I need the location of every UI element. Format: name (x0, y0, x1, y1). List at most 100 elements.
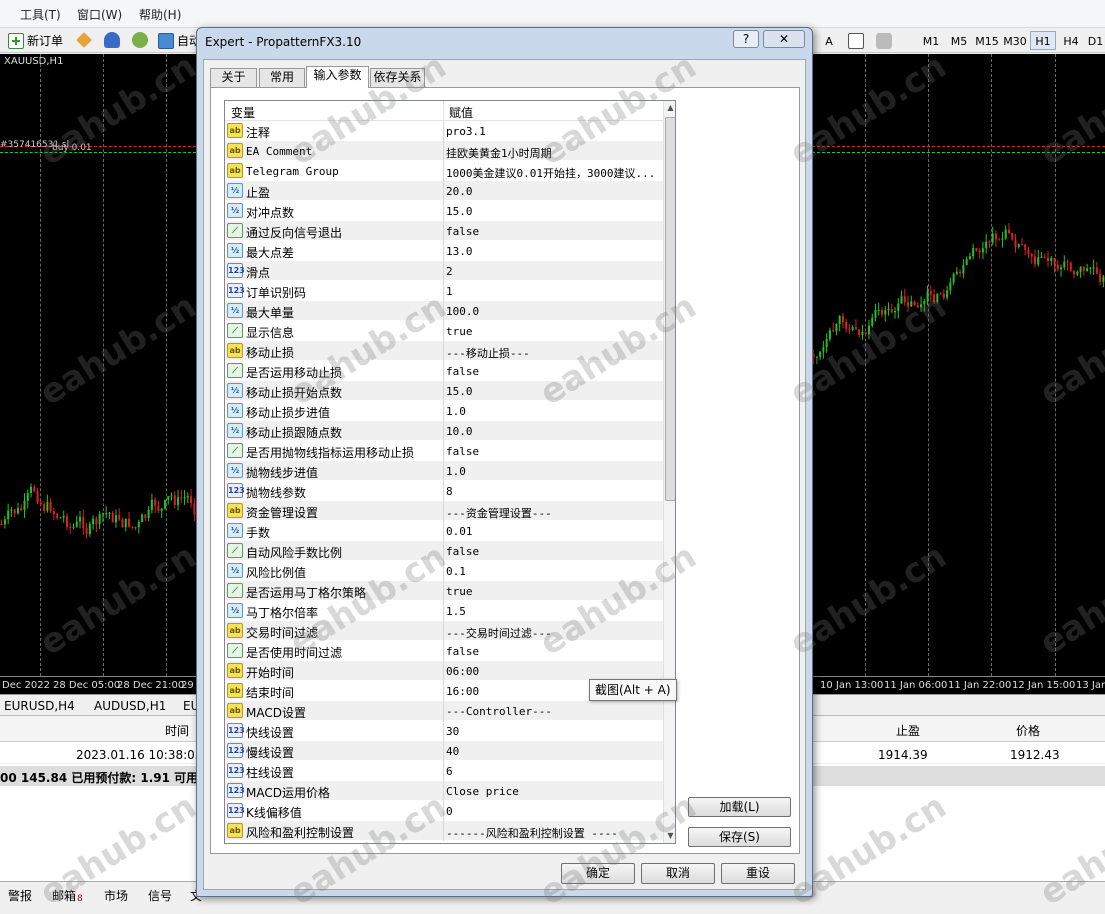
param-row[interactable]: ½ 最大点差 13.0 (225, 241, 663, 261)
param-value[interactable]: pro3.1 (446, 125, 486, 138)
save-button[interactable]: 保存(S) (688, 827, 791, 847)
param-value[interactable]: 1000美金建议0.01开始挂，3000建议... (446, 165, 655, 181)
col-value[interactable]: 赋值 (449, 104, 473, 121)
param-row[interactable]: 123 慢线设置 40 (225, 741, 663, 761)
param-value[interactable]: false (446, 445, 479, 458)
param-row[interactable]: ab MACD设置 ---Controller--- (225, 701, 663, 721)
param-value[interactable]: ---移动止损--- (446, 345, 530, 361)
param-value[interactable]: 1.0 (446, 405, 466, 418)
param-value[interactable]: true (446, 585, 473, 598)
signal-icon[interactable] (132, 32, 148, 48)
scroll-up-icon[interactable]: ▲ (664, 101, 675, 115)
param-row[interactable]: ½ 最大单量 100.0 (225, 301, 663, 321)
param-row[interactable]: ab EA Comment 挂欧美黄金1小时周期 (225, 141, 663, 161)
param-value[interactable]: false (446, 545, 479, 558)
param-value[interactable]: 6 (446, 765, 453, 778)
reset-button[interactable]: 重设 (721, 863, 795, 884)
load-button[interactable]: 加载(L) (688, 797, 791, 817)
param-row[interactable]: ½ 移动止损跟随点数 10.0 (225, 421, 663, 441)
menu-window[interactable]: 窗口(W) (77, 6, 122, 23)
param-row[interactable]: ⟋ 是否用抛物线指标运用移动止损 false (225, 441, 663, 461)
param-value[interactable]: Close price (446, 785, 519, 798)
scroll-down-icon[interactable]: ▼ (664, 829, 675, 843)
param-value[interactable]: 13.0 (446, 245, 473, 258)
user-icon[interactable] (104, 32, 120, 48)
param-row[interactable]: ½ 对冲点数 15.0 (225, 201, 663, 221)
param-value[interactable]: ---交易时间过滤--- (446, 625, 552, 641)
param-row[interactable]: ⟋ 显示信息 true (225, 321, 663, 341)
param-value[interactable]: ---资金管理设置--- (446, 505, 552, 521)
param-value[interactable]: 15.0 (446, 385, 473, 398)
text-label-icon[interactable] (848, 33, 864, 49)
param-row[interactable]: ab 风险和盈利控制设置 ------风险和盈利控制设置 ---- (225, 821, 663, 841)
param-row[interactable]: ½ 移动止损步进值 1.0 (225, 401, 663, 421)
param-value[interactable]: 挂欧美黄金1小时周期 (446, 145, 552, 161)
param-value[interactable]: 15.0 (446, 205, 473, 218)
param-row[interactable]: ab 交易时间过滤 ---交易时间过滤--- (225, 621, 663, 641)
param-value[interactable]: 100.0 (446, 305, 479, 318)
param-row[interactable]: 123 抛物线参数 8 (225, 481, 663, 501)
tf-m30[interactable]: M30 (1002, 31, 1028, 50)
param-value[interactable]: 20.0 (446, 185, 473, 198)
param-value[interactable]: 30 (446, 725, 459, 738)
help-button[interactable]: ? (733, 30, 759, 48)
price-chart-right[interactable]: 10 Jan 13:00 11 Jan 06:00 11 Jan 22:00 1… (812, 54, 1105, 694)
tab-mailbox[interactable]: 邮箱 (52, 887, 76, 904)
param-row[interactable]: ⟋ 是否运用移动止损 false (225, 361, 663, 381)
param-row[interactable]: 123 MACD运用价格 Close price (225, 781, 663, 801)
param-row[interactable]: 123 滑点 2 (225, 261, 663, 281)
menu-tools[interactable]: 工具(T) (20, 6, 61, 23)
tab-about[interactable]: 关于 (210, 68, 257, 87)
chart-tab-eurusd[interactable]: EURUSD,H4 (4, 699, 75, 713)
tab-common[interactable]: 常用 (259, 68, 305, 87)
tab-alerts[interactable]: 警报 (8, 887, 32, 904)
param-row[interactable]: ½ 马丁格尔倍率 1.5 (225, 601, 663, 621)
new-order-button[interactable]: 新订单 (8, 31, 63, 50)
arrows-icon[interactable] (876, 33, 892, 49)
param-row[interactable]: ½ 止盈 20.0 (225, 181, 663, 201)
chart-tool-icon[interactable] (76, 32, 92, 48)
param-value[interactable]: false (446, 645, 479, 658)
param-value[interactable]: 2 (446, 265, 453, 278)
param-row[interactable]: ab 开始时间 06:00 (225, 661, 663, 681)
param-value[interactable]: 06:00 (446, 665, 479, 678)
param-row[interactable]: 123 订单识别码 1 (225, 281, 663, 301)
tf-m1[interactable]: M1 (918, 31, 944, 50)
tf-h4[interactable]: H4 (1058, 31, 1084, 50)
param-row[interactable]: ⟋ 通过反向信号退出 false (225, 221, 663, 241)
text-tool-button[interactable]: A (816, 31, 842, 50)
cancel-button[interactable]: 取消 (641, 863, 715, 884)
chart-tab-audusd[interactable]: AUDUSD,H1 (94, 699, 166, 713)
col-time[interactable]: 时间 (165, 722, 189, 739)
param-row[interactable]: ⟋ 是否使用时间过滤 false (225, 641, 663, 661)
param-row[interactable]: 123 柱线设置 6 (225, 761, 663, 781)
param-value[interactable]: 16:00 (446, 685, 479, 698)
param-value[interactable]: 1 (446, 285, 453, 298)
param-row[interactable]: 123 K线偏移值 0 (225, 801, 663, 821)
tf-m15[interactable]: M15 (974, 31, 1000, 50)
col-variable[interactable]: 变量 (231, 104, 255, 121)
param-value[interactable]: ------风险和盈利控制设置 ---- (446, 825, 618, 841)
param-value[interactable]: ---Controller--- (446, 705, 552, 718)
param-row[interactable]: ab Telegram Group 1000美金建议0.01开始挂，3000建议..… (225, 161, 663, 181)
param-row[interactable]: ab 资金管理设置 ---资金管理设置--- (225, 501, 663, 521)
col-tp[interactable]: 止盈 (896, 722, 920, 739)
param-row[interactable]: ½ 手数 0.01 (225, 521, 663, 541)
param-value[interactable]: 0.01 (446, 525, 473, 538)
param-value[interactable]: 0.1 (446, 565, 466, 578)
close-button[interactable]: ✕ (763, 30, 805, 48)
col-price[interactable]: 价格 (1016, 722, 1040, 739)
param-value[interactable]: 40 (446, 745, 459, 758)
param-value[interactable]: 10.0 (446, 425, 473, 438)
param-row[interactable]: ⟋ 自动风险手数比例 false (225, 541, 663, 561)
param-row[interactable]: ½ 抛物线步进值 1.0 (225, 461, 663, 481)
price-chart-left[interactable]: XAUUSD,H1 #357416531 sl buy 0.01 Dec 202… (0, 54, 196, 694)
ok-button[interactable]: 确定 (561, 863, 635, 884)
tab-signals[interactable]: 信号 (148, 887, 172, 904)
vertical-scrollbar[interactable]: ▲ ▼ (663, 101, 675, 843)
param-row[interactable]: 123 快线设置 30 (225, 721, 663, 741)
auto-trade-button[interactable]: 自动 (158, 31, 201, 50)
param-row[interactable]: ab 移动止损 ---移动止损--- (225, 341, 663, 361)
tf-d1[interactable]: D1 (1086, 31, 1105, 50)
tab-market[interactable]: 市场 (104, 887, 128, 904)
